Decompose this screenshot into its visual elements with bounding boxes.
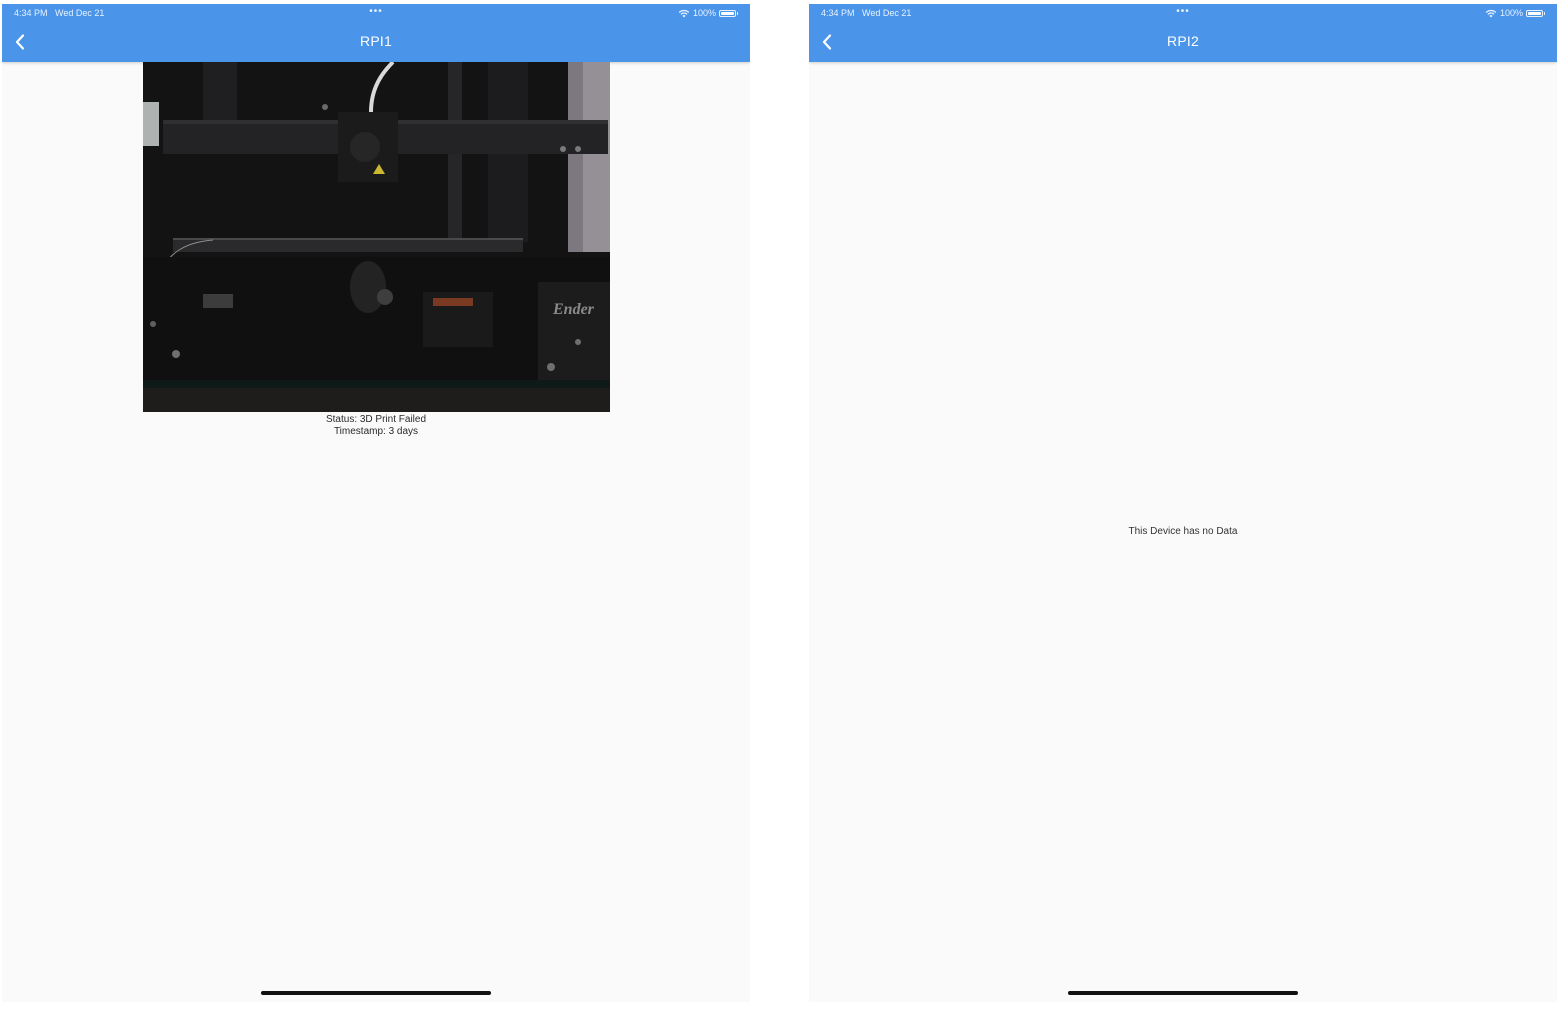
device-screen-rpi1: 4:34 PM Wed Dec 21 ••• 100% RPI1 Ender S…	[2, 4, 750, 1002]
status-right: 100%	[678, 8, 738, 18]
wifi-icon	[1485, 9, 1497, 17]
status-bar: 4:34 PM Wed Dec 21 ••• 100%	[809, 4, 1557, 22]
battery-icon	[719, 9, 738, 17]
timestamp-text: Timestamp: 3 days	[333, 426, 419, 437]
device-screen-rpi2: 4:34 PM Wed Dec 21 ••• 100% RPI2 This De…	[809, 4, 1557, 1002]
battery-icon	[1526, 9, 1545, 17]
wifi-icon	[678, 9, 690, 17]
camera-snapshot-image[interactable]: Ender	[143, 62, 610, 412]
page-title: RPI2	[1167, 33, 1199, 49]
status-bar: 4:34 PM Wed Dec 21 ••• 100%	[2, 4, 750, 22]
multitask-dots-icon[interactable]: •••	[369, 6, 383, 17]
status-time: 4:34 PM Wed Dec 21	[821, 8, 912, 18]
home-indicator[interactable]	[261, 991, 491, 995]
status-text: Status: 3D Print Failed	[325, 414, 427, 425]
battery-percent: 100%	[1499, 8, 1523, 18]
page-title: RPI1	[360, 33, 392, 49]
battery-percent: 100%	[692, 8, 716, 18]
ender-logo-text: Ender	[552, 301, 595, 318]
app-bar: 4:34 PM Wed Dec 21 ••• 100% RPI2	[809, 4, 1557, 62]
empty-state-message: This Device has no Data	[1128, 526, 1238, 537]
app-bar: 4:34 PM Wed Dec 21 ••• 100% RPI1	[2, 4, 750, 62]
status-time: 4:34 PM Wed Dec 21	[14, 8, 105, 18]
home-indicator[interactable]	[1068, 991, 1298, 995]
status-right: 100%	[1485, 8, 1545, 18]
multitask-dots-icon[interactable]: •••	[1176, 6, 1190, 17]
